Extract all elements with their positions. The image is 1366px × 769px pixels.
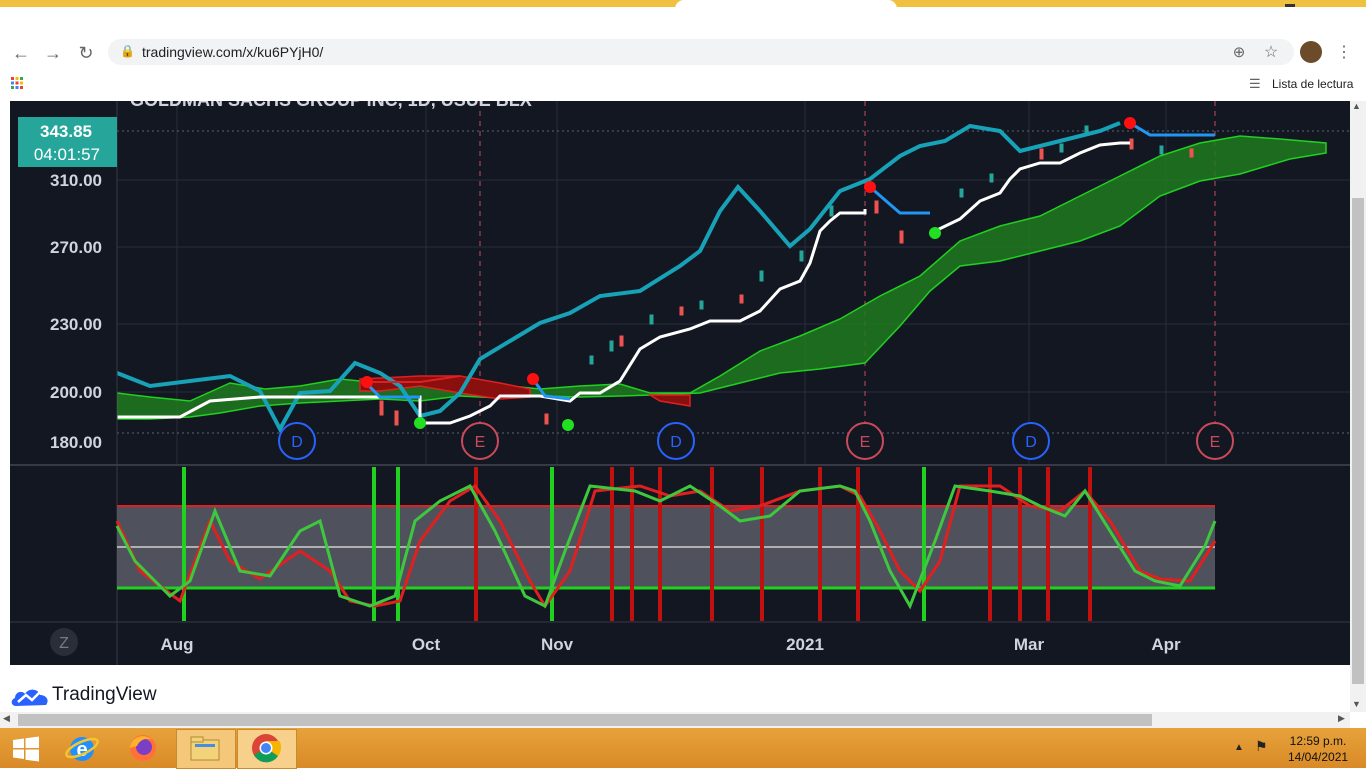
event-marker-e-3[interactable]: E: [1196, 422, 1234, 460]
apps-grid-icon[interactable]: [11, 77, 23, 89]
svg-text:E: E: [475, 434, 486, 451]
url-text[interactable]: tradingview.com/x/ku6PYjH0/: [142, 44, 323, 60]
price-label-270: 270.00: [50, 238, 102, 257]
minimize-button[interactable]: [1285, 4, 1295, 7]
chart-title: GOLDMAN SACHS GROUP INC, 1D, USUE BLX: [130, 101, 532, 110]
price-badge-value: 343.85: [40, 122, 92, 141]
zoom-icon[interactable]: ⊕: [1228, 42, 1250, 64]
event-marker-d-2[interactable]: D: [657, 422, 695, 460]
back-icon[interactable]: ←: [10, 42, 32, 64]
price-label-200: 200.00: [50, 383, 102, 402]
time-label-aug: Aug: [160, 635, 193, 654]
price-label-180: 180.00: [50, 433, 102, 452]
tray-expand-icon[interactable]: ▲: [1234, 742, 1244, 753]
bookmark-star-icon[interactable]: ☆: [1260, 42, 1282, 64]
price-label-310: 310.00: [50, 171, 102, 190]
countdown-badge: 04:01:57: [34, 145, 100, 164]
chrome-icon[interactable]: [238, 730, 294, 766]
windows-start-icon[interactable]: [12, 736, 40, 762]
forward-icon[interactable]: →: [42, 42, 64, 64]
action-center-flag-icon[interactable]: ⚑: [1255, 738, 1268, 755]
time-label-mar: Mar: [1014, 635, 1045, 654]
reading-list-button[interactable]: Lista de lectura: [1272, 77, 1353, 91]
bookmarks-bar: [0, 67, 1366, 101]
svg-text:D: D: [291, 434, 303, 451]
event-marker-e-2[interactable]: E: [846, 422, 884, 460]
svg-text:D: D: [1025, 434, 1037, 451]
tab-bar: [0, 7, 1366, 37]
lock-icon[interactable]: 🔒: [120, 44, 135, 58]
scroll-down-icon[interactable]: ▼: [1352, 699, 1361, 709]
event-marker-d-1[interactable]: D: [278, 422, 316, 460]
price-chart[interactable]: D E D E D E 310.00 270.00 230.00 200.00 …: [0, 101, 1350, 665]
tradingview-brand[interactable]: TradingView: [52, 684, 157, 706]
profile-avatar[interactable]: [1300, 41, 1322, 63]
svg-text:E: E: [860, 434, 871, 451]
clock-date[interactable]: 14/04/2021: [1288, 750, 1348, 764]
event-marker-d-3[interactable]: D: [1012, 422, 1050, 460]
time-label-apr: Apr: [1151, 635, 1181, 654]
menu-kebab-icon[interactable]: ⋮: [1333, 42, 1355, 64]
scroll-left-icon[interactable]: ◀: [3, 713, 10, 724]
vertical-scroll-thumb[interactable]: [1352, 198, 1364, 684]
time-label-2021: 2021: [786, 635, 824, 654]
svg-text:E: E: [1210, 434, 1221, 451]
firefox-icon[interactable]: [115, 730, 171, 766]
horizontal-scroll-thumb[interactable]: [18, 714, 1152, 726]
zoom-reset-label: Z: [59, 635, 69, 652]
active-tab[interactable]: [675, 0, 897, 9]
clock-time[interactable]: 12:59 p.m.: [1288, 734, 1348, 748]
reload-icon[interactable]: ↻: [75, 42, 97, 64]
time-label-nov: Nov: [541, 635, 574, 654]
file-explorer-icon[interactable]: [177, 730, 233, 766]
time-label-oct: Oct: [412, 635, 441, 654]
svg-text:D: D: [670, 434, 682, 451]
reading-list-icon[interactable]: ☰: [1249, 76, 1263, 91]
event-marker-e-1[interactable]: E: [461, 422, 499, 460]
internet-explorer-icon[interactable]: e: [54, 730, 110, 766]
tradingview-logo-icon[interactable]: [10, 683, 50, 709]
oscillator-pane: [115, 467, 1217, 621]
price-label-230: 230.00: [50, 315, 102, 334]
scroll-up-icon[interactable]: ▲: [1352, 101, 1361, 111]
scroll-right-icon[interactable]: ▶: [1338, 713, 1345, 724]
